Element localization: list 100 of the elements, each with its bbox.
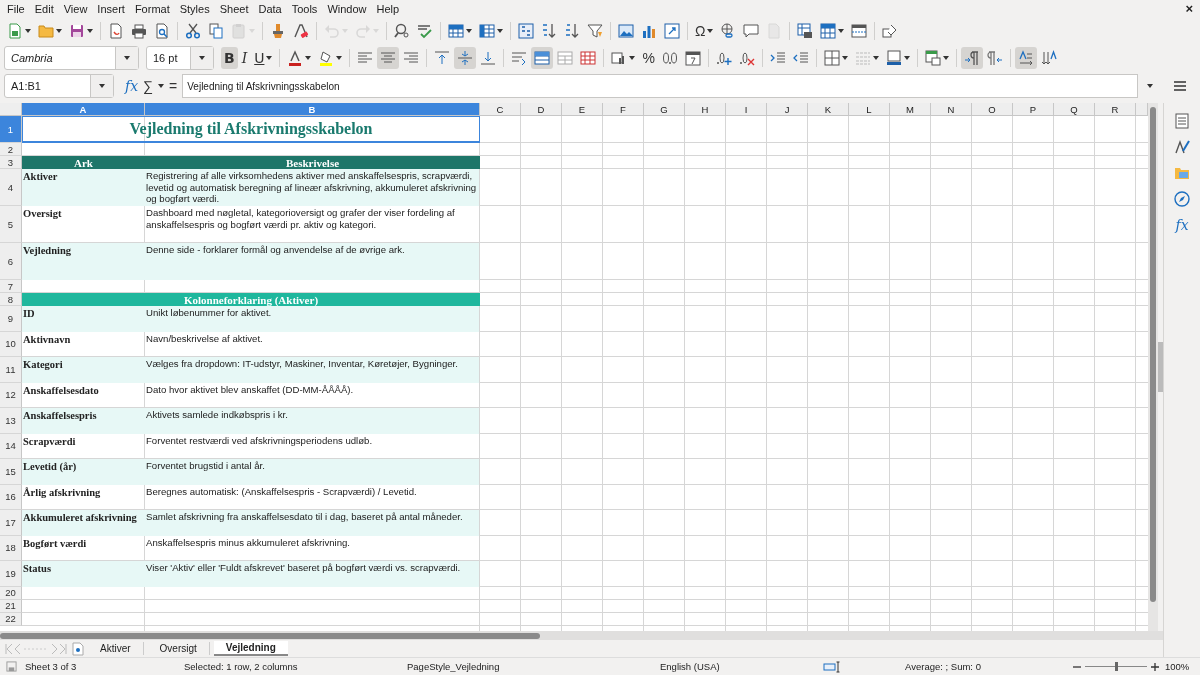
- row-header[interactable]: 4: [0, 169, 22, 206]
- freeze-icon[interactable]: [820, 22, 837, 39]
- font-name-field[interactable]: Cambria: [4, 45, 139, 70]
- spelling-icon[interactable]: [417, 22, 433, 39]
- number-format-icon[interactable]: [661, 49, 678, 66]
- add-sheet-icon[interactable]: [72, 641, 84, 656]
- find-replace-icon[interactable]: [394, 22, 410, 39]
- zoom-slider-thumb[interactable]: [1115, 662, 1118, 671]
- properties-icon[interactable]: [1174, 113, 1190, 129]
- sidebar-handle[interactable]: [1158, 342, 1163, 392]
- row-header[interactable]: 19: [0, 561, 22, 587]
- menu-item[interactable]: Format: [129, 2, 175, 15]
- row-header[interactable]: 12: [0, 382, 22, 408]
- sort-icon[interactable]: [518, 22, 534, 39]
- column-header[interactable]: C: [480, 103, 521, 116]
- row-header[interactable]: 6: [0, 243, 22, 280]
- copy-icon[interactable]: [208, 22, 224, 39]
- pdf-document-icon[interactable]: [108, 22, 124, 39]
- dropdown-caret-icon[interactable]: [158, 84, 165, 88]
- delete-decimal-icon[interactable]: [738, 49, 755, 66]
- column-header[interactable]: F: [603, 103, 644, 116]
- row-header[interactable]: 1: [0, 116, 22, 143]
- dropdown-caret-icon[interactable]: [199, 55, 205, 60]
- wrap-text-icon[interactable]: [511, 49, 528, 66]
- print-icon[interactable]: [131, 22, 147, 39]
- function-wizard-button[interactable]: fx: [125, 78, 139, 94]
- sort-ascending-icon[interactable]: [541, 22, 557, 39]
- unmerge-cells-icon[interactable]: [580, 49, 597, 66]
- row-header[interactable]: 14: [0, 433, 22, 459]
- underline-button[interactable]: U: [251, 46, 276, 69]
- row-header[interactable]: 10: [0, 331, 22, 357]
- shapes-icon[interactable]: [882, 22, 899, 39]
- zoom-in-icon[interactable]: [1151, 662, 1159, 671]
- navigator-icon[interactable]: [1174, 191, 1190, 207]
- dropdown-caret-icon[interactable]: [99, 84, 105, 88]
- dropdown-caret-icon[interactable]: [87, 28, 93, 33]
- dropdown-caret-icon[interactable]: [629, 55, 636, 60]
- font-color-icon[interactable]: [287, 49, 304, 66]
- row-header[interactable]: 15: [0, 459, 22, 485]
- column-header[interactable]: N: [931, 103, 972, 116]
- row-header[interactable]: 7: [0, 280, 22, 293]
- row-header[interactable]: 9: [0, 306, 22, 332]
- font-size-field[interactable]: 16 pt: [146, 45, 214, 70]
- paintbrush-icon[interactable]: [270, 22, 286, 39]
- merge-cells-icon[interactable]: [557, 49, 574, 66]
- bold-button[interactable]: B: [221, 46, 238, 69]
- menu-item[interactable]: Tools: [286, 2, 323, 15]
- print-area-icon[interactable]: [797, 22, 814, 39]
- row-header[interactable]: 18: [0, 535, 22, 561]
- special-character-button[interactable]: Ω: [695, 22, 706, 39]
- column-header[interactable]: D: [521, 103, 562, 116]
- row-header[interactable]: 8: [0, 293, 22, 306]
- cut-icon[interactable]: [185, 22, 201, 39]
- save-icon[interactable]: [69, 22, 85, 39]
- column-header[interactable]: O: [972, 103, 1013, 116]
- row-header[interactable]: 5: [0, 206, 22, 243]
- dropdown-caret-icon[interactable]: [841, 55, 848, 60]
- text-direction-ttb-icon[interactable]: [1040, 49, 1057, 66]
- column-header[interactable]: Q: [1054, 103, 1095, 116]
- sheet-tab[interactable]: Vejledning: [213, 641, 288, 656]
- indent-decrease-icon[interactable]: [792, 49, 809, 66]
- dropdown-caret-icon[interactable]: [903, 55, 910, 60]
- menu-icon[interactable]: [1174, 81, 1186, 91]
- borders-icon[interactable]: [823, 49, 840, 66]
- menu-item[interactable]: Data: [253, 2, 287, 15]
- functions-button[interactable]: fx: [1175, 217, 1189, 233]
- clear-formatting-icon[interactable]: [293, 22, 309, 39]
- dropdown-caret-icon[interactable]: [497, 28, 503, 33]
- column-header[interactable]: K: [808, 103, 849, 116]
- indent-increase-icon[interactable]: [769, 49, 786, 66]
- new-document-icon[interactable]: [7, 22, 23, 39]
- vertical-scrollbar[interactable]: [1148, 103, 1158, 631]
- column-header[interactable]: I: [726, 103, 767, 116]
- comment-icon[interactable]: [743, 22, 760, 39]
- conditional-format-icon[interactable]: [924, 49, 941, 66]
- column-header[interactable]: L: [849, 103, 890, 116]
- dropdown-caret-icon[interactable]: [707, 28, 714, 33]
- menu-item[interactable]: Sheet: [214, 2, 254, 15]
- name-box[interactable]: A1:B1: [4, 74, 114, 98]
- column-header[interactable]: G: [644, 103, 685, 116]
- print-preview-icon[interactable]: [154, 22, 170, 39]
- menu-item[interactable]: Edit: [29, 2, 59, 15]
- dropdown-caret-icon[interactable]: [25, 28, 31, 33]
- row-header[interactable]: 13: [0, 408, 22, 434]
- menu-item[interactable]: File: [2, 2, 30, 15]
- highlight-icon[interactable]: [318, 49, 335, 66]
- border-color-icon[interactable]: [885, 49, 902, 66]
- column-header[interactable]: R: [1095, 103, 1136, 116]
- sort-descending-icon[interactable]: [564, 22, 580, 39]
- dropdown-caret-icon[interactable]: [466, 28, 472, 33]
- column-header[interactable]: P: [1013, 103, 1054, 116]
- dropdown-caret-icon[interactable]: [56, 28, 62, 33]
- row-icon[interactable]: [448, 22, 464, 39]
- formula-input-field[interactable]: Vejledning til Afskrivningsskabelon: [182, 74, 1138, 98]
- close-button[interactable]: ×: [1180, 1, 1198, 16]
- sheet-tab[interactable]: Aktiver: [88, 642, 144, 655]
- row-header[interactable]: 3: [0, 156, 22, 169]
- dropdown-caret-icon[interactable]: [266, 55, 273, 60]
- dropdown-caret-icon[interactable]: [838, 28, 845, 33]
- save-status-icon[interactable]: [6, 661, 17, 672]
